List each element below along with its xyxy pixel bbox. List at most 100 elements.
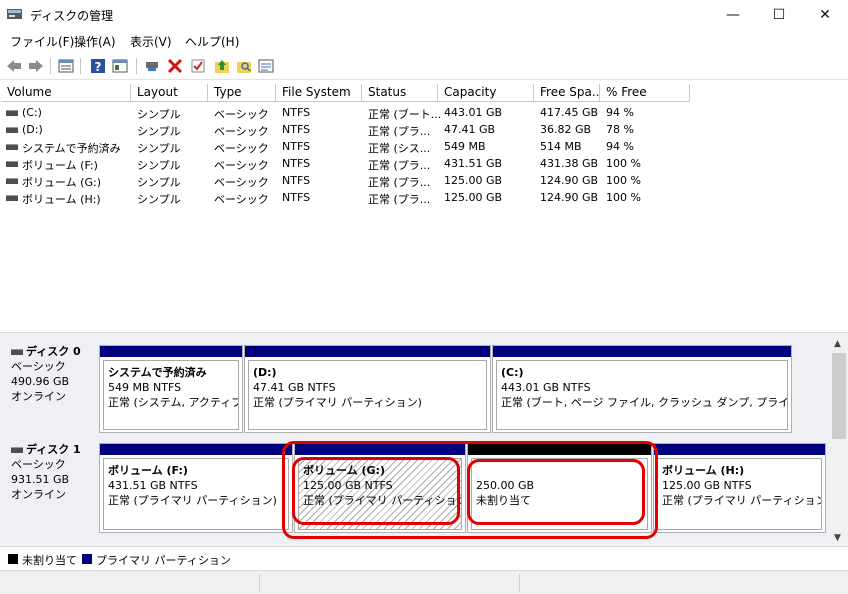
disk-icon — [11, 446, 23, 453]
partition-d[interactable]: (D:) 47.41 GB NTFS 正常 (プライマリ パーティション) — [244, 345, 491, 433]
column-header-file-system[interactable]: File System — [276, 84, 362, 102]
column-header-capacity[interactable]: Capacity — [438, 84, 534, 102]
volume-name: ボリューム (H:) — [22, 193, 101, 206]
volume-name: (D:) — [22, 123, 43, 136]
volume-drive-icon — [6, 144, 18, 150]
partition-f[interactable]: ボリューム (F:) 431.51 GB NTFS 正常 (プライマリ パーティ… — [99, 443, 293, 533]
connect-icon[interactable] — [142, 56, 162, 76]
column-header-type[interactable]: Type — [208, 84, 276, 102]
volume-layout: シンプル — [137, 142, 181, 155]
partition-title: (D:) — [253, 366, 277, 379]
volume-status: 正常 (プラ... — [368, 193, 431, 206]
volume-status: 正常 (ブート... — [368, 108, 442, 121]
primary-partition-bar — [245, 346, 490, 357]
volume-status: 正常 (プラ... — [368, 125, 431, 138]
disk-0-size: 490.96 GB — [11, 375, 70, 388]
maximize-button[interactable]: ☐ — [756, 0, 802, 30]
scroll-up-icon[interactable]: ▲ — [834, 339, 841, 349]
volume-layout: シンプル — [137, 193, 181, 206]
title-bar: ディスクの管理 — ☐ ✕ — [0, 0, 848, 30]
primary-partition-bar — [654, 444, 825, 455]
volume-name: (C:) — [22, 106, 42, 119]
volume-file-system: NTFS — [282, 123, 311, 136]
back-icon[interactable] — [4, 56, 24, 76]
volume-free-space: 417.45 GB — [540, 106, 599, 119]
volume-drive-icon — [6, 127, 18, 133]
delete-icon[interactable] — [165, 56, 185, 76]
volume-free-space: 431.38 GB — [540, 157, 599, 170]
volume-free-space: 124.90 GB — [540, 191, 599, 204]
list-view-icon[interactable] — [56, 56, 76, 76]
partition-title: システムで予約済み — [108, 366, 207, 379]
volume-capacity: 125.00 GB — [444, 174, 503, 187]
table-row[interactable]: (D:) シンプル ベーシック NTFS 正常 (プラ... 47.41 GB 36.82 … — [0, 121, 848, 138]
minimize-button[interactable]: — — [710, 0, 756, 30]
partition-status: 正常 (プライマリ パーティション) — [662, 494, 822, 507]
volume-free-space: 514 MB — [540, 140, 582, 153]
partition-status: 正常 (ブート, ページ ファイル, クラッシュ ダンプ, プライマリ パーテ — [501, 396, 787, 409]
volume-file-system: NTFS — [282, 106, 311, 119]
volume-type: ベーシック — [214, 159, 269, 172]
table-row[interactable]: システムで予約済み シンプル ベーシック NTFS 正常 (シス... 549 MB 514… — [0, 138, 848, 155]
partition-size: 549 MB NTFS — [108, 381, 182, 394]
table-row[interactable]: ボリューム (H:) シンプル ベーシック NTFS 正常 (プラ... 125.00 G… — [0, 189, 848, 206]
menu-file[interactable]: ファイル(F) — [10, 33, 74, 50]
menu-action[interactable]: 操作(A) — [74, 33, 116, 50]
partition-h[interactable]: ボリューム (H:) 125.00 GB NTFS 正常 (プライマリ パーティ… — [653, 443, 826, 533]
volume-type: ベーシック — [214, 176, 269, 189]
volume-type: ベーシック — [214, 193, 269, 206]
check-icon[interactable] — [188, 56, 208, 76]
partition-size: 47.41 GB NTFS — [253, 381, 336, 394]
disk-0-name: ディスク 0 — [26, 345, 81, 358]
volume-layout: シンプル — [137, 108, 181, 121]
partition-title: (C:) — [501, 366, 524, 379]
menu-help[interactable]: ヘルプ(H) — [185, 33, 239, 50]
column-header-layout[interactable]: Layout — [131, 84, 208, 102]
close-button[interactable]: ✕ — [802, 0, 848, 30]
volume-file-system: NTFS — [282, 191, 311, 204]
details-icon[interactable] — [256, 56, 276, 76]
partition-size: 431.51 GB NTFS — [108, 479, 198, 492]
partition-c[interactable]: (C:) 443.01 GB NTFS 正常 (ブート, ページ ファイル, ク… — [492, 345, 792, 433]
scroll-down-icon[interactable]: ▼ — [834, 533, 841, 543]
help-icon[interactable]: ? — [88, 56, 108, 76]
partition-status: 正常 (プライマリ パーティション) — [108, 494, 277, 507]
disk-0-state: オンライン — [11, 390, 66, 403]
disk-0-info[interactable]: ディスク 0 ベーシック 490.96 GB オンライン — [4, 344, 96, 432]
volume-percent-free: 94 % — [606, 140, 634, 153]
volume-status: 正常 (プラ... — [368, 159, 431, 172]
volume-capacity: 125.00 GB — [444, 191, 503, 204]
scroll-thumb[interactable] — [832, 353, 846, 439]
column-header-free-space[interactable]: Free Spa... — [534, 84, 600, 102]
volume-percent-free: 94 % — [606, 106, 634, 119]
menu-view[interactable]: 表示(V) — [130, 33, 172, 50]
table-row[interactable]: (C:) シンプル ベーシック NTFS 正常 (ブート... 443.01 GB 417.… — [0, 104, 848, 121]
partition-system-reserved[interactable]: システムで予約済み 549 MB NTFS 正常 (システム, アクティブ, プ — [99, 345, 243, 433]
status-bar — [0, 570, 848, 594]
table-row[interactable]: ボリューム (F:) シンプル ベーシック NTFS 正常 (プラ... 431.51 G… — [0, 155, 848, 172]
disk-management-icon — [7, 9, 22, 19]
properties-icon[interactable] — [110, 56, 130, 76]
folder-search-icon[interactable] — [234, 56, 254, 76]
folder-up-icon[interactable] — [212, 56, 232, 76]
column-header-volume[interactable]: Volume — [1, 84, 131, 102]
column-header-status[interactable]: Status — [362, 84, 438, 102]
disk-1-type: ベーシック — [11, 458, 66, 471]
primary-partition-bar — [100, 444, 292, 455]
graphical-view-scrollbar[interactable]: ▲ ▼ — [830, 337, 848, 546]
disk-1-state: オンライン — [11, 488, 66, 501]
volume-layout: シンプル — [137, 125, 181, 138]
legend-unallocated-label: 未割り当て — [22, 554, 77, 567]
volume-capacity: 431.51 GB — [444, 157, 503, 170]
partition-title: ボリューム (H:) — [662, 464, 745, 477]
table-row[interactable]: ボリューム (G:) シンプル ベーシック NTFS 正常 (プラ... 125.00 G… — [0, 172, 848, 189]
partition-title: ボリューム (F:) — [108, 464, 188, 477]
disk-1-name: ディスク 1 — [26, 443, 81, 456]
column-header-percent-free[interactable]: % Free — [600, 84, 690, 102]
volume-free-space: 124.90 GB — [540, 174, 599, 187]
volume-drive-icon — [6, 110, 18, 116]
disk-1-info[interactable]: ディスク 1 ベーシック 931.51 GB オンライン — [4, 442, 96, 534]
forward-icon[interactable] — [26, 56, 46, 76]
volume-percent-free: 100 % — [606, 174, 641, 187]
volume-type: ベーシック — [214, 108, 269, 121]
